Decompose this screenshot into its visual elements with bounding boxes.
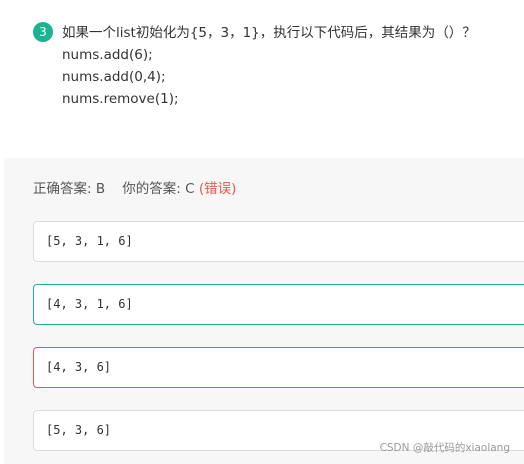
correct-answer-value: B (95, 181, 106, 197)
code-line-3: nums.remove(1); (62, 91, 179, 107)
correct-answer-label: 正确答案: (33, 181, 92, 197)
question-prompt: 如果一个list初始化为{5，3，1}，执行以下代码后，其结果为（）？ (62, 25, 476, 41)
your-answer-value: C (185, 181, 195, 197)
answer-status: (错误) (198, 181, 237, 197)
answer-panel: 正确答案: B 你的答案: C (错误) [5, 3, 1, 6] [4, 3,… (4, 158, 524, 464)
code-line-1: nums.add(6); (62, 47, 153, 63)
your-answer-label: 你的答案: (122, 181, 181, 197)
option-b[interactable]: [4, 3, 1, 6] (33, 284, 524, 325)
answer-summary: 正确答案: B 你的答案: C (错误) (33, 180, 236, 198)
option-c[interactable]: [4, 3, 6] (33, 347, 524, 388)
question-text: 如果一个list初始化为{5，3，1}，执行以下代码后，其结果为（）？ nums… (62, 22, 512, 110)
code-line-2: nums.add(0,4); (62, 69, 166, 85)
watermark: CSDN @敲代码的xiaolang (379, 442, 510, 454)
question-panel: 3 如果一个list初始化为{5，3，1}，执行以下代码后，其结果为（）？ nu… (0, 0, 524, 158)
option-a[interactable]: [5, 3, 1, 6] (33, 221, 524, 262)
question-number-badge: 3 (33, 22, 53, 42)
